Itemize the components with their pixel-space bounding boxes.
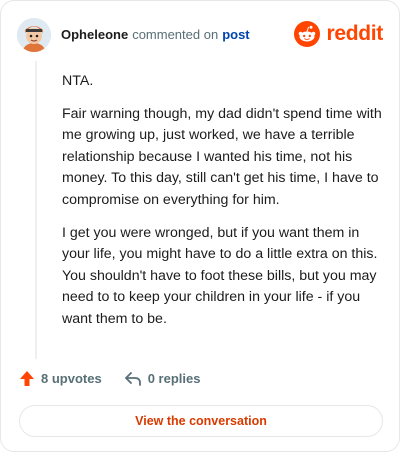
reply-button[interactable]: 0 replies	[124, 371, 201, 387]
comment-meta: Opheleone commented on post	[61, 27, 250, 42]
avatar-image	[17, 18, 51, 52]
comment-card: Opheleone commented on post reddit NTA. …	[0, 0, 400, 452]
view-conversation-button[interactable]: View the conversation	[19, 405, 383, 437]
avatar[interactable]	[17, 18, 51, 52]
thread-line	[35, 61, 37, 359]
upvote-count: 8 upvotes	[41, 371, 102, 386]
commented-on-text: commented on	[132, 26, 219, 42]
reply-arrow-icon	[124, 371, 141, 386]
reddit-snoo-icon	[294, 21, 321, 47]
comment-header: Opheleone commented on post reddit	[17, 17, 383, 53]
reply-count: 0 replies	[147, 371, 201, 386]
username[interactable]: Opheleone	[61, 27, 128, 42]
upvote-arrow-icon	[20, 371, 34, 386]
reddit-logo[interactable]: reddit	[294, 21, 383, 47]
comment-paragraph: I get you were wronged, but if you want …	[62, 224, 378, 327]
comment-paragraph: NTA.	[62, 73, 94, 89]
comment-paragraph: Fair warning though, my dad didn't spend…	[62, 105, 382, 208]
comment-body: NTA. Fair warning though, my dad didn't …	[62, 71, 382, 342]
comment-actions: 8 upvotes 0 replies	[19, 370, 222, 387]
reddit-wordmark: reddit	[326, 22, 383, 45]
post-link[interactable]: post	[222, 27, 249, 42]
upvote-button[interactable]: 8 upvotes	[19, 370, 102, 387]
